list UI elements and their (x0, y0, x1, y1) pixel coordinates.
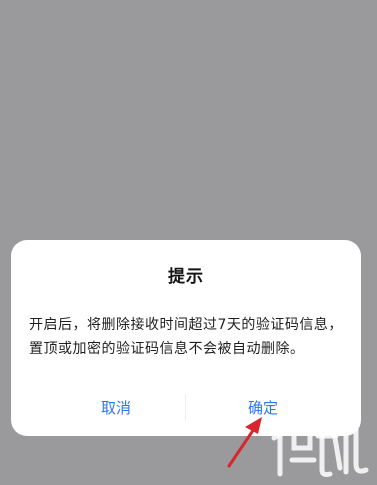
watermark-logo-icon (271, 415, 369, 477)
